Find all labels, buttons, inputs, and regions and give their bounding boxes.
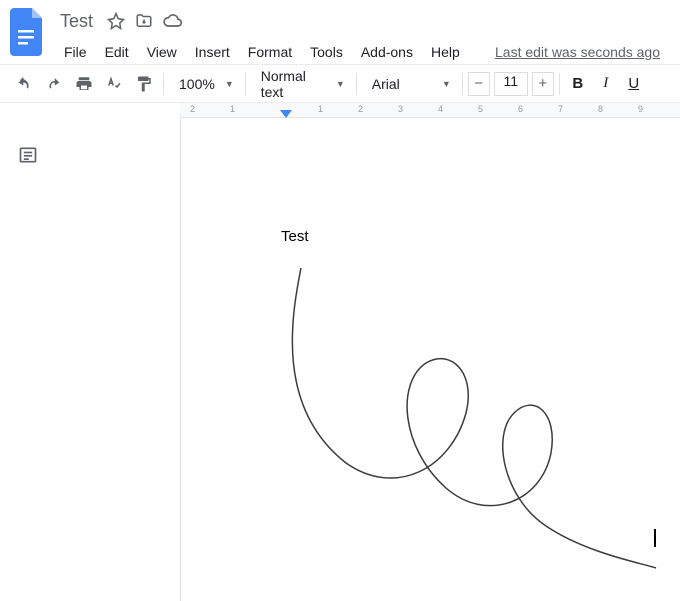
font-family-select[interactable]: Arial ▼ <box>362 70 457 98</box>
underline-button[interactable]: U <box>621 70 647 98</box>
ruler-mark: 6 <box>518 104 523 114</box>
ruler-mark: 1 <box>230 104 235 114</box>
menu-view[interactable]: View <box>139 40 185 64</box>
last-edit-link[interactable]: Last edit was seconds ago <box>495 44 670 60</box>
document-body-text[interactable]: Test <box>281 228 680 245</box>
app-header: Test File Edit View Insert Format Tools … <box>0 0 680 64</box>
redo-button[interactable] <box>40 70 68 98</box>
zoom-value: 100% <box>179 76 215 92</box>
ruler-mark: 8 <box>598 104 603 114</box>
toolbar-separator <box>462 73 463 95</box>
left-sidebar <box>0 103 180 601</box>
document-page[interactable]: Test <box>180 118 680 601</box>
outline-icon[interactable] <box>16 143 40 167</box>
spellcheck-button[interactable] <box>100 70 128 98</box>
font-size-increase-button[interactable]: + <box>532 72 554 96</box>
chevron-down-icon: ▼ <box>225 79 234 89</box>
docs-app-icon[interactable] <box>10 8 46 56</box>
cloud-status-icon[interactable] <box>163 11 183 31</box>
content-area: 2 1 1 2 3 4 5 6 7 8 9 Test <box>0 103 680 601</box>
ruler-mark: 5 <box>478 104 483 114</box>
ruler-mark: 9 <box>638 104 643 114</box>
italic-button[interactable]: I <box>593 70 619 98</box>
document-title[interactable]: Test <box>56 11 97 32</box>
ruler-mark: 3 <box>398 104 403 114</box>
toolbar-separator <box>559 73 560 95</box>
menu-file[interactable]: File <box>56 40 95 64</box>
ruler-mark: 1 <box>318 104 323 114</box>
menu-addons[interactable]: Add-ons <box>353 40 421 64</box>
toolbar: 100% ▼ Normal text ▼ Arial ▼ − 11 + B I … <box>0 64 680 103</box>
ruler-mark: 7 <box>558 104 563 114</box>
ruler-mark: 2 <box>358 104 363 114</box>
zoom-select[interactable]: 100% ▼ <box>169 70 240 98</box>
menu-tools[interactable]: Tools <box>302 40 351 64</box>
star-icon[interactable] <box>107 12 125 30</box>
scribble-drawing <box>286 268 680 588</box>
undo-button[interactable] <box>10 70 38 98</box>
font-value: Arial <box>372 76 400 92</box>
ruler-mark: 4 <box>438 104 443 114</box>
menu-edit[interactable]: Edit <box>97 40 137 64</box>
document-area: 2 1 1 2 3 4 5 6 7 8 9 Test <box>180 103 680 601</box>
menu-format[interactable]: Format <box>240 40 300 64</box>
toolbar-separator <box>356 73 357 95</box>
font-size-input[interactable]: 11 <box>494 72 528 96</box>
menu-insert[interactable]: Insert <box>187 40 238 64</box>
ruler-mark: 2 <box>190 104 195 114</box>
bold-button[interactable]: B <box>565 70 591 98</box>
menu-bar: File Edit View Insert Format Tools Add-o… <box>56 38 670 66</box>
style-value: Normal text <box>261 68 326 100</box>
text-cursor <box>654 529 656 547</box>
font-size-control: − 11 + <box>468 72 554 96</box>
menu-help[interactable]: Help <box>423 40 468 64</box>
toolbar-separator <box>163 73 164 95</box>
print-button[interactable] <box>70 70 98 98</box>
horizontal-ruler[interactable]: 2 1 1 2 3 4 5 6 7 8 9 <box>180 103 680 118</box>
paint-format-button[interactable] <box>130 70 158 98</box>
toolbar-separator <box>245 73 246 95</box>
paragraph-style-select[interactable]: Normal text ▼ <box>251 70 351 98</box>
chevron-down-icon: ▼ <box>442 79 451 89</box>
font-size-decrease-button[interactable]: − <box>468 72 490 96</box>
move-folder-icon[interactable] <box>135 12 153 30</box>
chevron-down-icon: ▼ <box>336 79 345 89</box>
